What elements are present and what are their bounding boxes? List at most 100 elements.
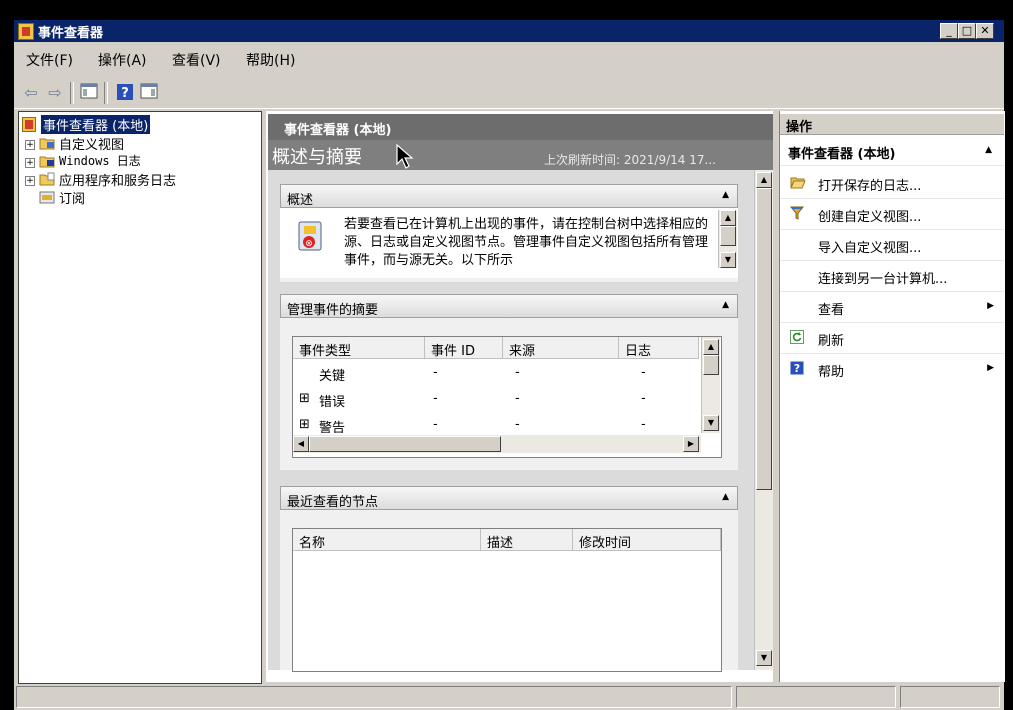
recent-nodes-panel: 最近查看的节点 ▲ 名称 描述 修改时间 <box>280 486 738 672</box>
collapse-icon[interactable]: ▲ <box>722 190 729 200</box>
scroll-thumb[interactable] <box>720 226 736 246</box>
scroll-left-arrow-icon[interactable]: ◀ <box>293 436 309 452</box>
recent-nodes-panel-title: 最近查看的节点 <box>287 495 379 510</box>
collapse-icon[interactable]: ▲ <box>985 145 992 155</box>
action-refresh[interactable]: 刷新 <box>780 323 1004 354</box>
tree-item-apps-services-logs[interactable]: 应用程序和服务日志 <box>59 170 176 189</box>
admin-events-panel: 管理事件的摘要 ▲ 事件类型 事件 ID 来源 日志 关键 - - - ⊞ 错误… <box>280 294 738 470</box>
admin-events-table[interactable]: 事件类型 事件 ID 来源 日志 关键 - - - ⊞ 错误 - - - ⊞ 警… <box>292 336 722 458</box>
table-row[interactable]: 关键 - - - <box>293 363 699 385</box>
expand-icon[interactable]: + <box>25 140 35 150</box>
expand-icon[interactable]: + <box>25 176 35 186</box>
close-button[interactable]: ✕ <box>976 23 994 39</box>
scroll-up-arrow-icon[interactable]: ▲ <box>703 339 719 355</box>
scroll-thumb[interactable] <box>309 436 501 452</box>
center-pane-scrollbar[interactable]: ▲ ▼ <box>754 170 773 670</box>
tree-item-subscriptions[interactable]: 订阅 <box>59 188 85 207</box>
action-connect-another-computer[interactable]: 连接到另一台计算机... <box>780 261 1004 292</box>
table-row[interactable]: ⊞ 警告 - - - <box>293 415 699 433</box>
column-header-log[interactable]: 日志 <box>619 337 699 359</box>
column-header-event-id[interactable]: 事件 ID <box>425 337 503 359</box>
action-create-custom-view[interactable]: 创建自定义视图... <box>780 199 1004 230</box>
action-import-custom-view[interactable]: 导入自定义视图... <box>780 230 1004 261</box>
action-open-saved-log[interactable]: 打开保存的日志... <box>780 168 1004 199</box>
scroll-down-arrow-icon[interactable]: ▼ <box>720 252 736 268</box>
scroll-down-arrow-icon[interactable]: ▼ <box>756 650 772 666</box>
show-hide-console-tree-icon[interactable] <box>78 83 100 103</box>
cell-event-type: 错误 <box>319 395 346 410</box>
table-row[interactable]: ⊞ 错误 - - - <box>293 389 699 411</box>
console-tree[interactable]: 事件查看器 (本地) + 自定义视图 + Windows 日志 + 应用程序和服… <box>18 111 262 684</box>
cell-log: - <box>641 417 646 432</box>
action-label: 创建自定义视图... <box>818 210 922 225</box>
event-viewer-app-icon <box>18 23 34 40</box>
toolbar-separator <box>104 82 108 104</box>
svg-text:?: ? <box>794 362 800 375</box>
menu-action[interactable]: 操作(A) <box>98 50 147 70</box>
help-icon[interactable]: ? <box>114 83 136 103</box>
column-header-event-type[interactable]: 事件类型 <box>293 337 425 359</box>
menu-view[interactable]: 查看(V) <box>172 50 221 70</box>
recent-nodes-panel-header[interactable]: 最近查看的节点 ▲ <box>280 486 738 510</box>
actions-header: 操作 <box>780 114 1004 135</box>
scroll-thumb[interactable] <box>756 188 772 490</box>
cell-event-id: - <box>433 417 438 432</box>
summary-panel-header[interactable]: 概述 ▲ <box>280 184 738 208</box>
cell-event-id: - <box>433 365 438 380</box>
scroll-down-arrow-icon[interactable]: ▼ <box>703 415 719 431</box>
scroll-thumb[interactable] <box>703 355 719 375</box>
column-header-description[interactable]: 描述 <box>481 529 573 551</box>
scroll-up-arrow-icon[interactable]: ▲ <box>756 172 772 188</box>
minimize-button[interactable]: _ <box>940 23 958 39</box>
admin-table-vscrollbar[interactable]: ▲ ▼ <box>701 337 720 433</box>
forward-arrow-icon[interactable]: ⇨ <box>44 83 66 103</box>
center-pane-header: 事件查看器 (本地) <box>268 114 773 140</box>
cell-source: - <box>515 391 520 406</box>
status-panel-middle <box>736 686 896 708</box>
row-expander[interactable]: ⊞ <box>299 417 310 432</box>
event-log-icon: ⊗ <box>296 220 326 258</box>
actions-pane: 操作 事件查看器 (本地) ▲ 打开保存的日志... 创建自定义视图... 导入… <box>779 111 1005 682</box>
column-header-name[interactable]: 名称 <box>293 529 481 551</box>
summary-text: 若要查看已在计算机上出现的事件，请在控制台树中选择相应的源、日志或自定义视图节点… <box>344 217 709 268</box>
maximize-button[interactable]: □ <box>958 23 976 39</box>
menu-help[interactable]: 帮助(H) <box>246 50 295 70</box>
folder-open-icon <box>790 175 806 189</box>
tree-item-windows-logs[interactable]: Windows 日志 <box>59 152 141 169</box>
collapse-icon[interactable]: ▲ <box>722 300 729 310</box>
windows-logs-folder-icon <box>39 154 55 168</box>
tree-item-custom-views[interactable]: 自定义视图 <box>59 134 124 153</box>
row-expander[interactable]: ⊞ <box>299 391 310 406</box>
cell-source: - <box>515 417 520 432</box>
title-bar[interactable]: 事件查看器 _ □ ✕ <box>14 20 1004 42</box>
cell-event-id: - <box>433 391 438 406</box>
show-hide-action-pane-icon[interactable] <box>138 83 160 103</box>
summary-panel: 概述 ▲ ⊗ 若要查看已在计算机上出现的事件，请在控制台树中选择相应的源、日志或… <box>280 184 738 282</box>
actions-header-title: 操作 <box>786 120 813 135</box>
window-title: 事件查看器 <box>38 26 104 41</box>
back-arrow-icon[interactable]: ⇦ <box>20 83 42 103</box>
scroll-up-arrow-icon[interactable]: ▲ <box>720 210 736 226</box>
actions-section-title: 事件查看器 (本地) <box>788 147 896 162</box>
column-header-modified-time[interactable]: 修改时间 <box>573 529 721 551</box>
recent-nodes-table[interactable]: 名称 描述 修改时间 <box>292 528 722 672</box>
overview-banner: 概述与摘要 上次刷新时间: 2021/9/14 17... <box>268 140 773 170</box>
admin-events-rows: 关键 - - - ⊞ 错误 - - - ⊞ 警告 - - - <box>293 363 699 433</box>
svg-text:⊗: ⊗ <box>305 239 313 249</box>
summary-scrollbar[interactable]: ▲ ▼ <box>718 210 737 268</box>
admin-events-panel-header[interactable]: 管理事件的摘要 ▲ <box>280 294 738 318</box>
action-label: 连接到另一台计算机... <box>818 272 948 287</box>
scroll-right-arrow-icon[interactable]: ▶ <box>683 436 699 452</box>
action-view[interactable]: 查看 ▶ <box>780 292 1004 323</box>
action-help[interactable]: ? 帮助 ▶ <box>780 354 1004 384</box>
status-bar <box>14 686 1004 708</box>
toolbar-separator <box>70 82 74 104</box>
collapse-icon[interactable]: ▲ <box>722 492 729 502</box>
column-header-source[interactable]: 来源 <box>503 337 619 359</box>
tree-root-event-viewer-local[interactable]: 事件查看器 (本地) <box>39 114 152 135</box>
actions-section-header[interactable]: 事件查看器 (本地) ▲ <box>780 137 1004 166</box>
admin-table-hscrollbar[interactable]: ◀ ▶ <box>293 435 701 453</box>
expand-icon[interactable]: + <box>25 158 35 168</box>
menu-file[interactable]: 文件(F) <box>26 50 73 70</box>
center-pane-title: 事件查看器 (本地) <box>284 123 392 138</box>
